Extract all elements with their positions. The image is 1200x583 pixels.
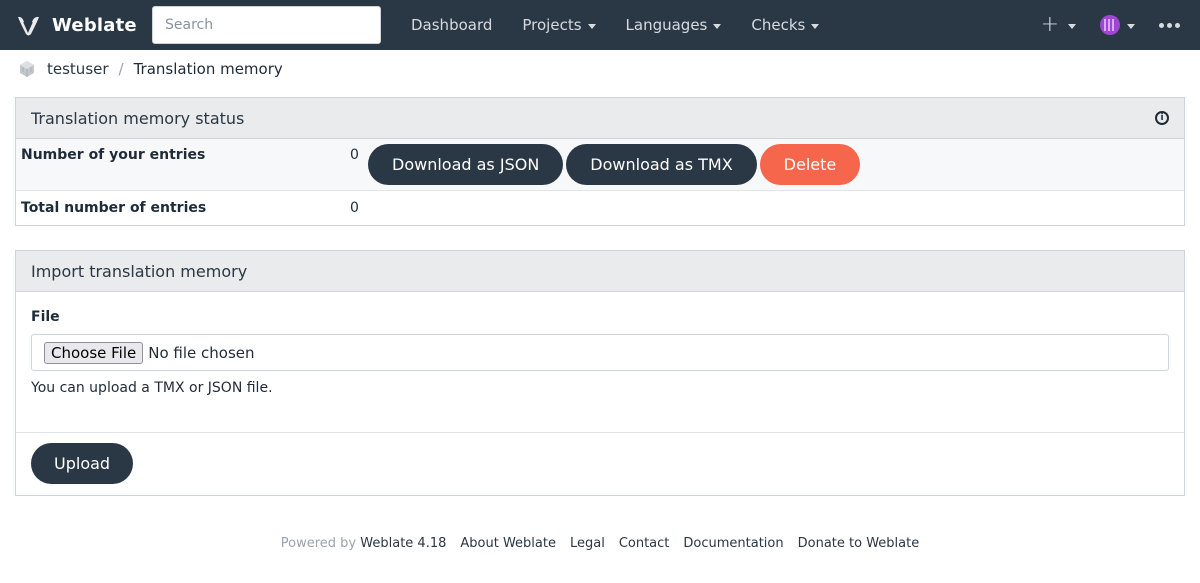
caret-down-icon (1127, 23, 1135, 29)
user-menu-button[interactable] (1088, 0, 1147, 50)
download-tmx-button[interactable]: Download as TMX (566, 144, 757, 185)
status-panel-heading: Translation memory status i (16, 98, 1184, 139)
import-panel: Import translation memory File Choose Fi… (15, 250, 1185, 496)
footer-donate-link[interactable]: Donate to Weblate (798, 536, 920, 551)
table-row: Number of your entries 0 Download as JSO… (16, 139, 1184, 191)
delete-button[interactable]: Delete (759, 144, 861, 185)
powered-by-text: Powered by (280, 536, 357, 551)
nav-right: + (1029, 0, 1184, 50)
total-entries-label: Total number of entries (21, 200, 207, 216)
nav-languages[interactable]: Languages (611, 0, 737, 50)
download-json-button[interactable]: Download as JSON (368, 144, 564, 185)
import-panel-heading: Import translation memory (16, 251, 1184, 292)
nav-projects[interactable]: Projects (507, 0, 610, 50)
status-panel: Translation memory status i Number of yo… (15, 97, 1185, 226)
total-entries-value: 0 (350, 200, 359, 216)
add-menu-button[interactable]: + (1029, 0, 1088, 50)
search-input[interactable] (152, 6, 381, 44)
footer-powered: Powered by Weblate 4.18 (281, 536, 447, 551)
nav-dashboard-label: Dashboard (411, 16, 493, 34)
caret-down-icon (811, 23, 820, 29)
brand-link[interactable]: Weblate (15, 0, 137, 50)
upload-button[interactable]: Upload (31, 443, 134, 484)
footer-version-link[interactable]: Weblate 4.18 (360, 536, 446, 551)
breadcrumb-user-link[interactable]: testuser (47, 60, 109, 78)
caret-down-icon (713, 23, 722, 29)
file-input[interactable]: Choose File No file chosen (31, 334, 1169, 371)
footer-contact-link[interactable]: Contact (619, 536, 670, 551)
import-form-footer: Upload (16, 433, 1184, 494)
your-entries-value: 0 (350, 147, 359, 163)
file-status: No file chosen (148, 343, 255, 362)
caret-down-icon (1068, 23, 1076, 29)
weblate-logo-icon (18, 16, 39, 36)
nav-projects-label: Projects (522, 16, 582, 34)
file-help-text: You can upload a TMX or JSON file. (31, 380, 273, 396)
caret-down-icon (587, 23, 596, 29)
status-actions: Download as JSON Download as TMX Delete (368, 144, 861, 185)
nav-languages-label: Languages (625, 16, 708, 34)
brand-name: Weblate (52, 14, 137, 36)
page-footer: Powered by Weblate 4.18 About Weblate Le… (0, 536, 1200, 551)
your-entries-label: Number of your entries (21, 147, 206, 163)
file-field-label: File (31, 309, 60, 325)
plus-icon: + (1040, 12, 1059, 37)
breadcrumb: testuser / Translation memory (17, 57, 283, 81)
nav-checks[interactable]: Checks (736, 0, 834, 50)
more-menu-button[interactable] (1147, 0, 1184, 50)
user-cube-icon (20, 61, 34, 77)
breadcrumb-current[interactable]: Translation memory (134, 60, 283, 78)
nav-checks-label: Checks (751, 16, 806, 34)
status-panel-title: Translation memory status (31, 108, 245, 128)
footer-legal-link[interactable]: Legal (570, 536, 605, 551)
import-panel-title: Import translation memory (31, 261, 248, 281)
footer-documentation-link[interactable]: Documentation (683, 536, 783, 551)
import-form-body: File Choose File No file chosen You can … (16, 292, 1184, 433)
more-dots-icon (1159, 22, 1180, 28)
table-row: Total number of entries 0 (16, 191, 1184, 225)
info-icon[interactable]: i (1155, 111, 1169, 125)
footer-about-link[interactable]: About Weblate (460, 536, 556, 551)
nav-dashboard[interactable]: Dashboard (396, 0, 507, 50)
breadcrumb-separator: / (118, 60, 124, 78)
avatar (1100, 15, 1120, 35)
navbar: Weblate Dashboard Projects Languages Che… (0, 0, 1200, 50)
main-menu: Dashboard Projects Languages Checks (396, 0, 834, 50)
choose-file-button[interactable]: Choose File (44, 341, 144, 364)
